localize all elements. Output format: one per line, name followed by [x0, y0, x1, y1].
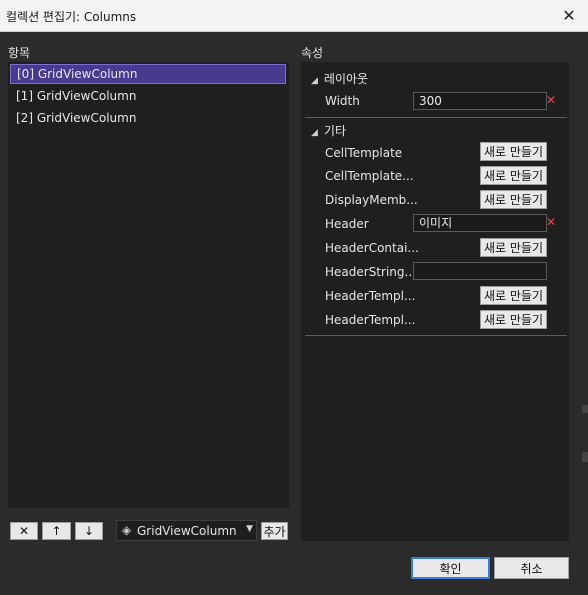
- headerstring-field[interactable]: [413, 262, 547, 280]
- width-field[interactable]: 300: [413, 92, 547, 110]
- list-item[interactable]: [1] GridViewColumn: [10, 86, 286, 106]
- divider: [305, 117, 567, 118]
- list-item[interactable]: [0] GridViewColumn: [10, 64, 286, 84]
- prop-label-celltemplate: CellTemplate: [325, 146, 403, 160]
- prop-label-width: Width: [325, 94, 360, 108]
- ok-button[interactable]: 확인: [411, 557, 490, 579]
- cancel-button[interactable]: 취소: [494, 557, 569, 579]
- arrow-down-icon: ↓: [83, 524, 95, 538]
- collapse-triangle-icon: ◢: [311, 128, 318, 138]
- props-label: 속성: [301, 46, 324, 60]
- remove-item-button[interactable]: ✕: [10, 522, 38, 540]
- property-grid: ◢ 레이아웃 Width 300 ✕ ◢ 기타 CellTemplate 새로 만들…: [301, 62, 569, 541]
- group-title: 기타: [323, 124, 347, 138]
- prop-label-headertemplate: HeaderTempl...: [325, 289, 416, 303]
- background-window-edge: [582, 452, 588, 462]
- close-icon: ✕: [18, 524, 30, 538]
- background-window-edge: [582, 405, 588, 413]
- new-headertemplate-button[interactable]: 새로 만들기: [480, 286, 547, 305]
- move-down-button[interactable]: ↓: [75, 522, 103, 540]
- list-item[interactable]: [2] GridViewColumn: [10, 108, 286, 128]
- prop-label-headercontainer: HeaderContai...: [325, 241, 419, 255]
- header-field[interactable]: 이미지: [413, 214, 547, 232]
- prop-label-header: Header: [325, 217, 369, 231]
- prop-label-celltemplate-selector: CellTemplate...: [325, 169, 414, 183]
- reset-icon[interactable]: ✕: [546, 93, 556, 107]
- group-layout[interactable]: ◢ 레이아웃: [311, 70, 368, 87]
- new-displaymember-button[interactable]: 새로 만들기: [480, 190, 547, 209]
- add-item-button[interactable]: 추가: [261, 522, 288, 540]
- arrow-up-icon: ↑: [51, 524, 62, 538]
- group-misc[interactable]: ◢ 기타: [311, 122, 346, 139]
- items-label: 항목: [8, 46, 31, 60]
- move-up-button[interactable]: ↑: [42, 522, 71, 540]
- item-type-value: GridViewColumn: [137, 524, 237, 538]
- group-title: 레이아웃: [323, 72, 369, 86]
- reset-icon[interactable]: ✕: [546, 215, 556, 229]
- window-title: 컬렉션 편집기: Columns: [6, 10, 137, 24]
- new-headertemplate-selector-button[interactable]: 새로 만들기: [480, 310, 547, 329]
- new-celltemplate-button[interactable]: 새로 만들기: [480, 142, 547, 161]
- prop-label-headerstring: HeaderString...: [325, 265, 416, 279]
- chevron-down-icon: ▼: [246, 524, 253, 534]
- type-icon: ◈: [122, 523, 132, 537]
- divider: [305, 335, 567, 336]
- collapse-triangle-icon: ◢: [311, 76, 318, 86]
- item-type-select[interactable]: ◈ GridViewColumn ▼: [116, 520, 257, 541]
- new-celltemplate-selector-button[interactable]: 새로 만들기: [480, 166, 547, 185]
- new-headercontainer-button[interactable]: 새로 만들기: [480, 238, 547, 257]
- items-list: [0] GridViewColumn [1] GridViewColumn [2…: [8, 62, 289, 508]
- prop-label-headertemplate-selector: HeaderTempl...: [325, 313, 416, 327]
- prop-label-displaymember: DisplayMemb...: [325, 193, 418, 207]
- title-bar: 컬렉션 편집기: Columns ✕: [0, 0, 588, 32]
- close-icon[interactable]: ✕: [556, 3, 582, 27]
